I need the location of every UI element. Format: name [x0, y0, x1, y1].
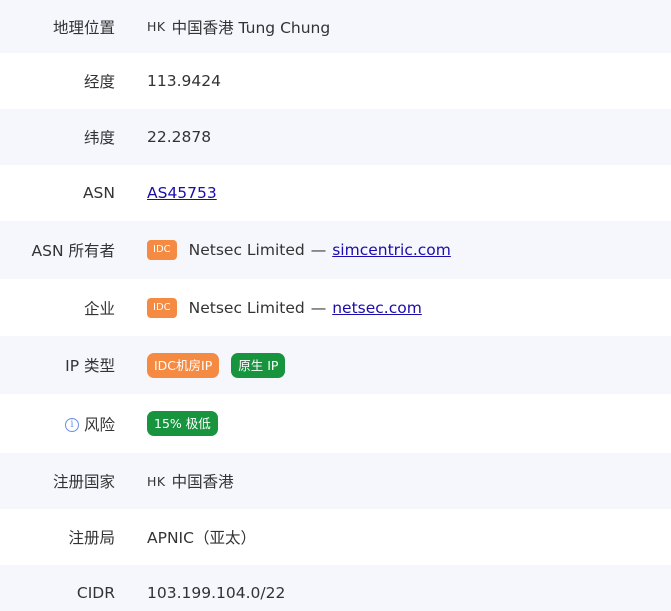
cidr-label: CIDR	[76, 584, 115, 602]
asn-value: AS45753	[147, 184, 217, 202]
risk-label: i 风险	[0, 413, 115, 435]
row-latitude: 纬度 22.2878	[0, 109, 671, 165]
asn-owner-label: ASN 所有者	[31, 242, 115, 260]
reg-country-label: 注册国家	[52, 473, 115, 491]
row-risk: i 风险 15% 极低	[0, 394, 671, 453]
risk-value: 15% 极低	[147, 411, 230, 436]
ip-info-table: 地理位置 HK 中国香港 Tung Chung 经度 113.9424 纬度 2…	[0, 0, 671, 611]
country-code: HK	[147, 473, 166, 489]
row-cidr: CIDR 103.199.104.0/22	[0, 565, 671, 611]
asn-label: ASN	[82, 184, 115, 202]
reg-country-text: 中国香港	[171, 473, 234, 491]
registry-value: APNIC（亚太）	[147, 529, 256, 547]
row-company: 企业 IDC Netsec Limited — netsec.com	[0, 279, 671, 336]
asn-link[interactable]: AS45753	[147, 184, 217, 202]
row-reg-country: 注册国家 HK 中国香港	[0, 453, 671, 509]
longitude-value: 113.9424	[147, 72, 221, 90]
row-asn-owner: ASN 所有者 IDC Netsec Limited — simcentric.…	[0, 221, 671, 279]
ip-type-label: IP 类型	[65, 357, 115, 375]
company-value: IDC Netsec Limited — netsec.com	[147, 297, 422, 318]
country-code: HK	[147, 19, 166, 34]
location-label: 地理位置	[52, 18, 115, 37]
location-value: HK 中国香港 Tung Chung	[147, 16, 330, 38]
separator: —	[310, 298, 327, 317]
company-name: Netsec Limited	[188, 298, 305, 317]
native-ip-tag: 原生 IP	[231, 352, 286, 378]
row-registry: 注册局 APNIC（亚太）	[0, 509, 671, 565]
row-asn: ASN AS45753	[0, 165, 671, 221]
row-ip-type: IP 类型 IDC机房IP 原生 IP	[0, 336, 671, 394]
idc-badge: IDC	[147, 240, 177, 260]
asn-owner-name: Netsec Limited	[188, 241, 305, 259]
registry-label: 注册局	[68, 529, 115, 547]
idc-datacenter-tag: IDC机房IP	[147, 352, 220, 378]
risk-badge: 15% 极低	[147, 411, 218, 436]
asn-owner-domain-link[interactable]: simcentric.com	[332, 241, 451, 259]
company-domain-link[interactable]: netsec.com	[332, 299, 422, 317]
row-longitude: 经度 113.9424	[0, 53, 671, 109]
asn-owner-value: IDC Netsec Limited — simcentric.com	[147, 240, 451, 260]
latitude-value: 22.2878	[147, 128, 212, 146]
cidr-value: 103.199.104.0/22	[147, 584, 286, 602]
location-text: 中国香港 Tung Chung	[171, 18, 331, 37]
company-label: 企业	[83, 299, 115, 318]
row-location: 地理位置 HK 中国香港 Tung Chung	[0, 0, 671, 53]
longitude-label: 经度	[83, 73, 115, 91]
info-icon[interactable]: i	[64, 418, 79, 432]
separator: —	[310, 241, 327, 259]
ip-type-value: IDC机房IP 原生 IP	[147, 352, 297, 378]
risk-label-text: 风险	[83, 415, 115, 434]
reg-country-value: HK 中国香港	[147, 470, 234, 492]
latitude-label: 纬度	[83, 129, 115, 147]
idc-badge: IDC	[147, 297, 177, 318]
